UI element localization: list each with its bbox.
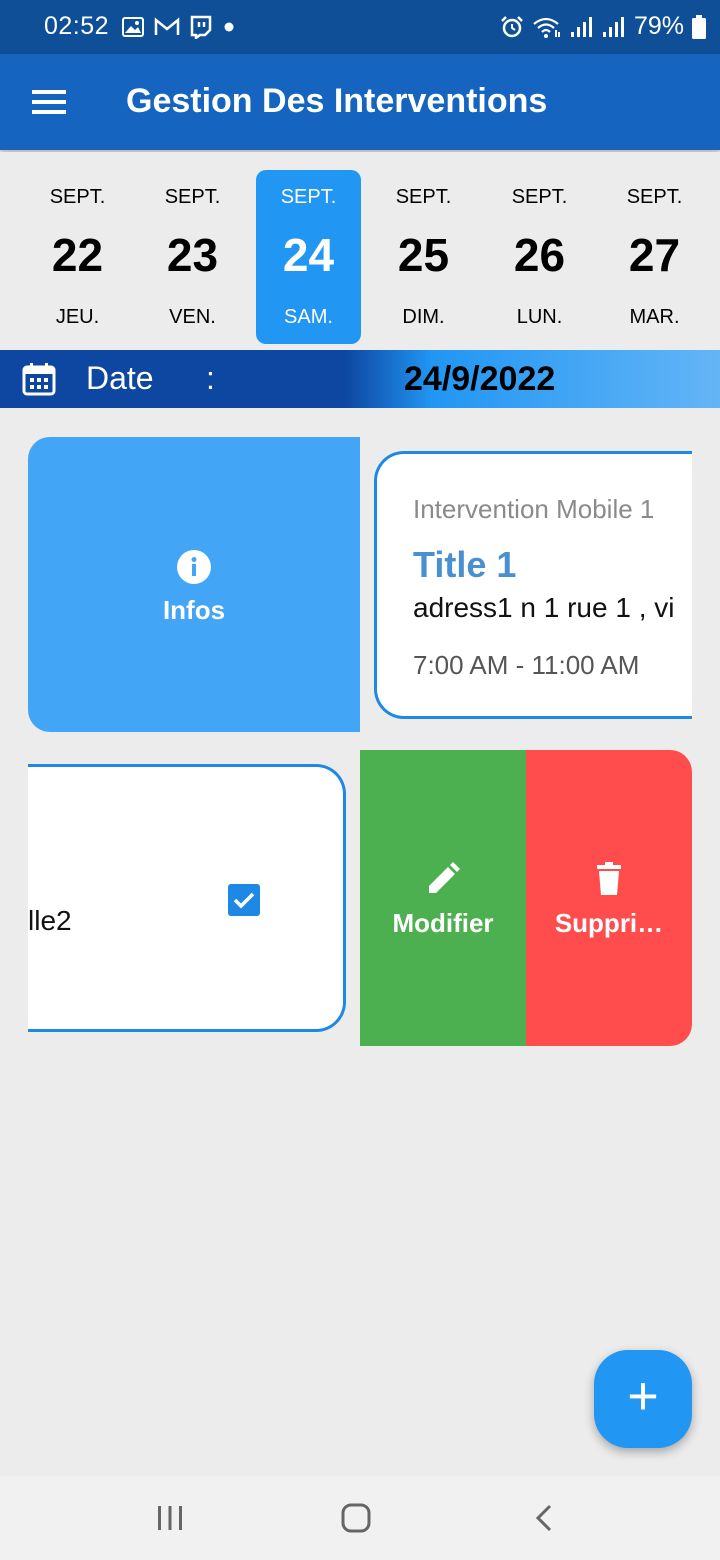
intervention-time: 7:00 AM - 11:00 AM	[413, 650, 640, 680]
day-item[interactable]: SEPT. 23 VEN.	[140, 170, 245, 344]
intervention-subtitle: Intervention Mobile 1	[413, 494, 655, 524]
system-nav-bar	[0, 1476, 720, 1560]
back-icon[interactable]	[530, 1502, 562, 1534]
battery-icon	[692, 14, 706, 39]
system-icons: 79%	[500, 12, 706, 41]
day-weekday: DIM.	[402, 306, 445, 328]
day-weekday: JEU.	[55, 306, 100, 328]
menu-icon	[32, 90, 66, 114]
intervention-card[interactable]: lle2	[28, 764, 346, 1032]
recent-apps-icon[interactable]	[154, 1502, 186, 1534]
signal-icon	[602, 16, 624, 37]
date-strip: SEPT. 22 JEU. SEPT. 23 VEN. SEPT. 24 SAM…	[0, 152, 720, 350]
intervention-title: Title 1	[413, 544, 517, 585]
twitch-icon	[190, 15, 212, 39]
date-bar: Date : 24/9/2022	[0, 350, 720, 408]
add-intervention-button[interactable]: +	[594, 1350, 692, 1448]
trash-icon	[597, 862, 621, 895]
app-bar: Gestion Des Interventions	[0, 54, 720, 150]
day-number: 25	[397, 229, 450, 281]
pencil-icon	[429, 862, 460, 893]
day-item-selected[interactable]: SEPT. 24 SAM.	[256, 170, 361, 344]
day-month: SEPT.	[280, 186, 337, 208]
intervention-card-clip: Intervention Mobile 1 Title 1 adress1 n …	[0, 440, 692, 740]
status-time: 02:52	[44, 12, 110, 40]
battery-percent: 79%	[633, 12, 684, 40]
dot-icon	[224, 22, 234, 32]
plus-icon: +	[627, 1366, 659, 1426]
date-colon: :	[206, 360, 215, 396]
day-weekday: SAM.	[284, 306, 333, 328]
signal-icon	[570, 16, 592, 37]
delete-action-button[interactable]: Suppri…	[526, 750, 692, 1046]
day-item[interactable]: SEPT. 27 MAR.	[602, 170, 707, 344]
status-bar: 02:52 79%	[0, 0, 720, 54]
day-number: 24	[282, 229, 335, 281]
day-number: 22	[51, 229, 104, 281]
day-month: SEPT.	[395, 186, 452, 208]
calendar-icon[interactable]	[22, 362, 56, 396]
day-month: SEPT.	[511, 186, 568, 208]
image-icon	[122, 17, 144, 37]
check-icon	[233, 892, 255, 909]
day-weekday: MAR.	[629, 306, 680, 328]
alarm-icon	[501, 15, 523, 37]
modify-action-button[interactable]: Modifier	[360, 750, 526, 1046]
completed-checkbox[interactable]	[228, 884, 260, 916]
day-number: 26	[513, 229, 566, 281]
day-number: 23	[166, 229, 219, 281]
home-icon[interactable]	[340, 1502, 372, 1534]
date-label: Date	[86, 360, 154, 396]
day-item[interactable]: SEPT. 22 JEU.	[25, 170, 130, 344]
day-weekday: LUN.	[516, 306, 563, 328]
gmail-icon	[154, 17, 180, 35]
intervention-card[interactable]: Intervention Mobile 1 Title 1 adress1 n …	[374, 451, 692, 719]
day-number: 27	[628, 229, 681, 281]
wifi-icon	[533, 17, 560, 38]
modify-label: Modifier	[392, 908, 494, 938]
day-month: SEPT.	[49, 186, 106, 208]
day-weekday: VEN.	[169, 306, 216, 328]
day-month: SEPT.	[626, 186, 683, 208]
page-title: Gestion Des Interventions	[126, 82, 548, 120]
day-item[interactable]: SEPT. 25 DIM.	[371, 170, 476, 344]
menu-button[interactable]	[24, 80, 74, 124]
day-item[interactable]: SEPT. 26 LUN.	[487, 170, 592, 344]
date-value[interactable]: 24/9/2022	[404, 360, 555, 399]
delete-label: Suppri…	[554, 908, 664, 938]
day-month: SEPT.	[164, 186, 221, 208]
intervention-text: lle2	[28, 905, 72, 936]
notification-icons	[122, 15, 236, 39]
intervention-address: adress1 n 1 rue 1 , vi	[413, 592, 675, 623]
